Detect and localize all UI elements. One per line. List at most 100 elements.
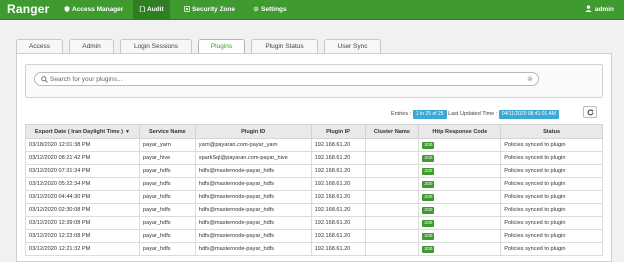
http-200-badge: 200 [422, 232, 435, 240]
cell-http-response-code: 200 [418, 203, 502, 217]
nav-settings[interactable]: Settings [249, 0, 291, 20]
cell-cluster-name [364, 164, 420, 178]
nav-access-manager-label: Access Manager [72, 6, 124, 13]
cell-plugin-ip: 192.168.61.20 [310, 138, 366, 152]
cell-export-date: 03/12/2020 12:21:32 PM [25, 242, 140, 256]
col-plugin-id: Plugin ID [194, 124, 312, 139]
entries-label: Entries : [391, 111, 412, 117]
table-row: 03/12/2020 12:23:08 PM payar_hdfs hdfs@mas… [25, 229, 603, 243]
last-updated-label: Last Updated Time : [448, 111, 498, 117]
nav-audit-label: Audit [147, 6, 164, 13]
cell-status: Policies synced to plugin [500, 177, 603, 191]
table-row: 03/12/2020 12:21:32 PM payar_hdfs hdfs@mas… [25, 242, 603, 256]
cell-http-response-code: 200 [418, 138, 502, 152]
cell-plugin-id: hdfs@masternode-payar_hdfs [194, 242, 312, 256]
cell-status: Policies synced to plugin [500, 216, 603, 230]
cell-status: Policies synced to plugin [500, 190, 603, 204]
cell-plugin-id: sparkSql@payaran.com-payar_hive [194, 151, 312, 165]
col-status: Status [500, 124, 603, 139]
cell-plugin-id: hdfs@masternode-payar_hdfs [194, 190, 312, 204]
cell-status: Policies synced to plugin [500, 151, 603, 165]
tab-user-sync[interactable]: User Sync [324, 39, 381, 53]
cell-http-response-code: 200 [418, 177, 502, 191]
table-row: 03/18/2020 12:01:38 PM payar_yarn yarn@pay… [25, 138, 603, 152]
cell-export-date: 03/12/2020 05:22:34 PM [25, 177, 140, 191]
search-input[interactable] [50, 74, 520, 85]
cell-status: Policies synced to plugin [500, 203, 603, 217]
cell-http-response-code: 200 [418, 151, 502, 165]
cell-service-name: payar_hdfs [138, 216, 196, 230]
table-row: 03/12/2020 02:30:08 PM payar_hdfs hdfs@mas… [25, 203, 603, 217]
cell-plugin-id: hdfs@masternode-payar_hdfs [194, 203, 312, 217]
zone-icon [184, 6, 190, 12]
cell-cluster-name [364, 138, 420, 152]
nav-security-zone[interactable]: Security Zone [180, 0, 239, 20]
entries-info: Entries : 1 to 25 of 25 Last Updated Tim… [391, 109, 559, 119]
shield-icon [64, 6, 70, 12]
cell-plugin-ip: 192.168.61.20 [310, 190, 366, 204]
cell-cluster-name [364, 229, 420, 243]
cell-export-date: 03/12/2020 08:21:42 PM [25, 151, 140, 165]
cell-plugin-ip: 192.168.61.20 [310, 177, 366, 191]
refresh-button[interactable] [583, 106, 597, 118]
cell-service-name: payar_hdfs [138, 242, 196, 256]
http-200-badge: 200 [422, 154, 435, 162]
cell-plugin-ip: 192.168.61.20 [310, 203, 366, 217]
cell-status: Policies synced to plugin [500, 138, 603, 152]
cell-cluster-name [364, 242, 420, 256]
table-row: 03/12/2020 08:21:42 PM payar_hive sparkSql… [25, 151, 603, 165]
tab-access[interactable]: Access [16, 39, 63, 53]
plugins-table: Export Date ( Iran Daylight Time ) ▼ Serv… [25, 124, 603, 256]
nav-audit[interactable]: Audit [133, 0, 170, 20]
col-export-date[interactable]: Export Date ( Iran Daylight Time ) ▼ [25, 124, 140, 139]
cell-service-name: payar_hdfs [138, 229, 196, 243]
cell-http-response-code: 200 [418, 216, 502, 230]
nav-access-manager[interactable]: Access Manager [60, 0, 127, 20]
cell-export-date: 03/12/2020 07:31:34 PM [25, 164, 140, 178]
clear-search-icon[interactable]: ⊗ [527, 75, 533, 83]
search-box[interactable]: ⊗ [34, 72, 539, 86]
http-200-badge: 200 [422, 245, 435, 253]
search-container: ⊗ [25, 64, 603, 98]
plugins-panel: ⊗ Entries : 1 to 25 of 25 Last Updated T… [16, 53, 612, 262]
table-row: 03/12/2020 04:44:30 PM payar_hdfs hdfs@mas… [25, 190, 603, 204]
cell-plugin-ip: 192.168.61.20 [310, 151, 366, 165]
cell-status: Policies synced to plugin [500, 164, 603, 178]
cell-export-date: 03/12/2020 12:39:08 PM [25, 216, 140, 230]
cell-http-response-code: 200 [418, 190, 502, 204]
gear-icon [253, 6, 259, 12]
cell-plugin-id: hdfs@masternode-payar_hdfs [194, 229, 312, 243]
http-200-badge: 200 [422, 219, 435, 227]
col-plugin-ip: Plugin IP [310, 124, 366, 139]
table-header-row: Export Date ( Iran Daylight Time ) ▼ Serv… [25, 124, 603, 139]
brand-logo[interactable]: Ranger [7, 2, 50, 16]
user-menu[interactable]: admin [585, 0, 614, 20]
cell-export-date: 03/12/2020 12:23:08 PM [25, 229, 140, 243]
cell-service-name: payar_yarn [138, 138, 196, 152]
search-icon [41, 76, 48, 83]
top-navbar: Ranger Access Manager Audit Security Zon… [0, 0, 624, 20]
cell-service-name: payar_hdfs [138, 190, 196, 204]
user-name: admin [594, 6, 614, 13]
cell-service-name: payar_hdfs [138, 177, 196, 191]
col-service-name: Service Name [138, 124, 196, 139]
cell-export-date: 03/12/2020 02:30:08 PM [25, 203, 140, 217]
tab-plugin-status[interactable]: Plugin Status [251, 39, 318, 53]
cell-plugin-ip: 192.168.61.20 [310, 242, 366, 256]
tab-admin[interactable]: Admin [69, 39, 114, 53]
cell-export-date: 03/12/2020 04:44:30 PM [25, 190, 140, 204]
cell-status: Policies synced to plugin [500, 229, 603, 243]
table-row: 03/12/2020 05:22:34 PM payar_hdfs hdfs@mas… [25, 177, 603, 191]
http-200-badge: 200 [422, 180, 435, 188]
col-http-response-code: Http Response Code [418, 124, 502, 139]
http-200-badge: 200 [422, 167, 435, 175]
cell-plugin-id: yarn@payaran.com-payar_yarn [194, 138, 312, 152]
sort-desc-icon[interactable]: ▼ [125, 129, 130, 135]
table-row: 03/12/2020 12:39:08 PM payar_hdfs hdfs@mas… [25, 216, 603, 230]
cell-cluster-name [364, 177, 420, 191]
tab-login-sessions[interactable]: Login Sessions [120, 39, 192, 53]
tab-plugins[interactable]: Plugins [198, 39, 245, 54]
table-row: 03/12/2020 07:31:34 PM payar_hdfs hdfs@mas… [25, 164, 603, 178]
cell-cluster-name [364, 151, 420, 165]
user-icon [585, 5, 592, 12]
